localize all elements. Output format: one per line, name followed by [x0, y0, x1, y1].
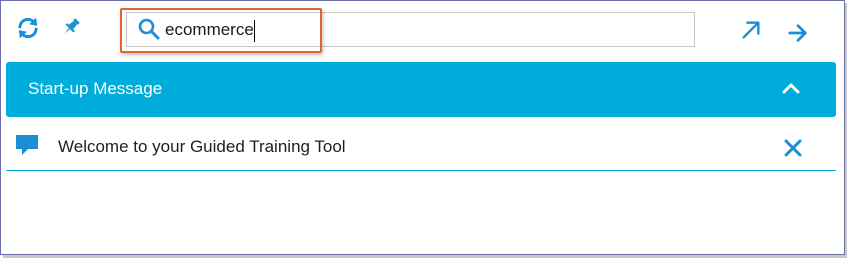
startup-message-header[interactable]: Start-up Message — [6, 62, 836, 117]
chevron-up-icon — [782, 83, 800, 94]
arrow-right-icon — [788, 24, 807, 42]
close-icon — [784, 139, 802, 157]
forward-button[interactable] — [786, 21, 810, 45]
expand-arrow-icon — [742, 21, 760, 39]
expand-button[interactable] — [739, 18, 763, 42]
panel-title: Start-up Message — [28, 79, 163, 98]
dismiss-message-button[interactable] — [782, 137, 804, 159]
search-input[interactable] — [165, 15, 685, 45]
search-icon — [138, 18, 160, 40]
collapse-button[interactable] — [780, 78, 802, 98]
refresh-icon — [18, 17, 38, 39]
refresh-button[interactable] — [15, 15, 41, 41]
message-item: Welcome to your Guided Training Tool — [6, 125, 836, 171]
pin-icon — [64, 18, 80, 34]
pin-button[interactable] — [59, 15, 83, 39]
chat-bubble-icon — [16, 135, 38, 155]
training-tool-window: Start-up Message Welcome to your Guided … — [0, 0, 845, 255]
message-text: Welcome to your Guided Training Tool — [58, 137, 346, 156]
text-cursor — [254, 20, 255, 42]
